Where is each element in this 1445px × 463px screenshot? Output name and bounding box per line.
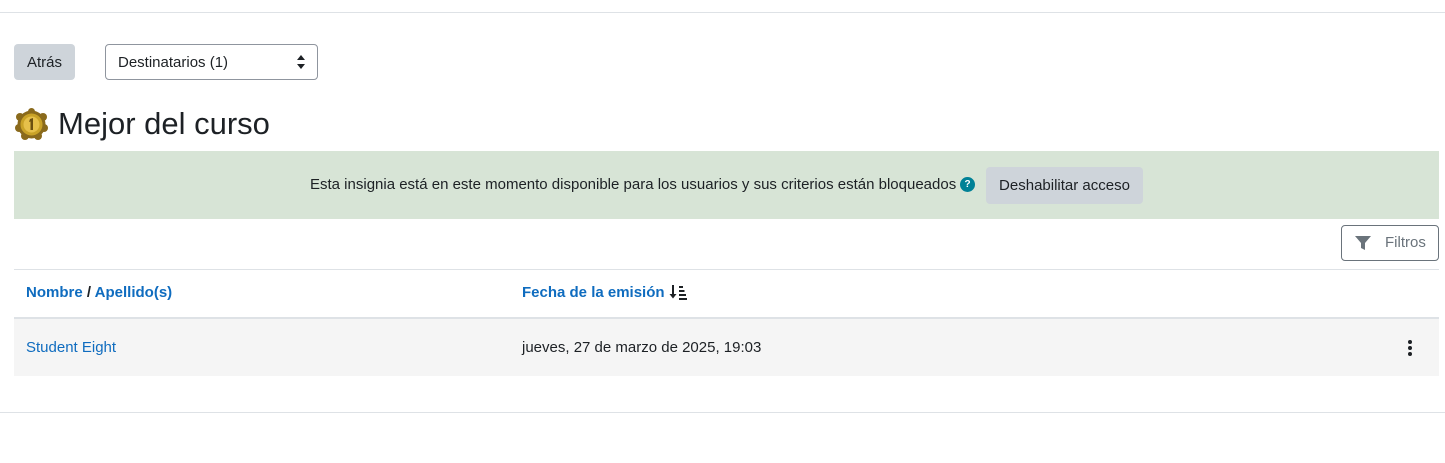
table-top-border	[14, 269, 1439, 270]
table-row: Student Eight jueves, 27 de marzo de 202…	[14, 319, 1439, 376]
filters-button[interactable]: Filtros	[1341, 225, 1439, 261]
recipients-select[interactable]: Destinatarios (1)	[105, 44, 318, 80]
help-icon[interactable]: ?	[960, 177, 975, 192]
issue-date: jueves, 27 de marzo de 2025, 19:03	[522, 339, 762, 356]
sort-by-first-name-link[interactable]: Nombre	[26, 284, 83, 301]
alert-message: Esta insignia está en este momento dispo…	[310, 176, 957, 193]
status-alert: Esta insignia está en este momento dispo…	[14, 151, 1439, 219]
sort-descending-icon	[669, 285, 687, 300]
bottom-divider	[0, 412, 1445, 413]
column-header-name: Nombre / Apellido(s)	[26, 284, 172, 301]
sort-by-date-link[interactable]: Fecha de la emisión	[522, 284, 665, 301]
select-caret-icon	[297, 55, 305, 69]
sort-by-last-name-link[interactable]: Apellido(s)	[95, 284, 173, 301]
page-title: Mejor del curso	[58, 106, 270, 141]
filters-label: Filtros	[1385, 234, 1426, 251]
back-button[interactable]: Atrás	[14, 44, 75, 80]
medal-badge-icon	[15, 108, 48, 140]
recipients-select-value: Destinatarios (1)	[118, 53, 229, 71]
funnel-icon	[1355, 236, 1371, 250]
header-separator: /	[86, 284, 92, 301]
disable-access-button[interactable]: Deshabilitar acceso	[986, 167, 1143, 204]
top-divider	[0, 12, 1445, 13]
recipient-name-link[interactable]: Student Eight	[26, 339, 116, 356]
column-header-date: Fecha de la emisión	[522, 284, 687, 301]
kebab-menu-icon[interactable]	[1406, 339, 1414, 357]
